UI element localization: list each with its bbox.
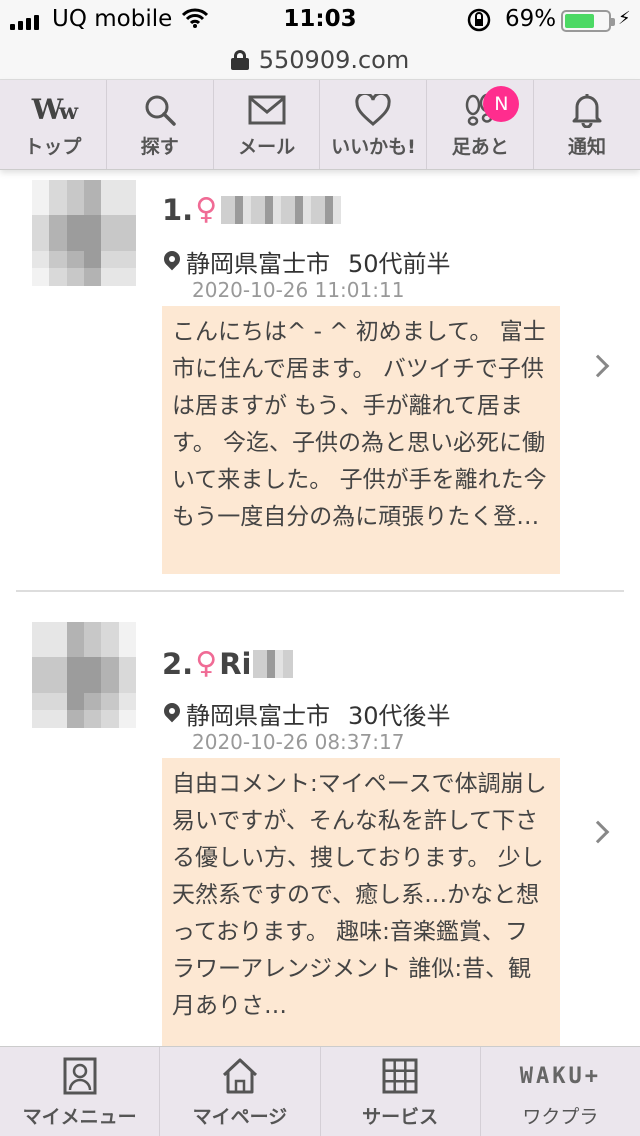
grid-icon: [382, 1054, 418, 1098]
bottom-nav: マイメニュー マイページ サービス WAKU+ ワクプラ: [0, 1046, 640, 1136]
mail-icon: [248, 90, 286, 130]
bottom-nav-label: サービス: [362, 1106, 439, 1128]
chevron-right-icon[interactable]: [586, 354, 610, 378]
nav-label: トップ: [24, 136, 82, 158]
ww-logo-icon: Ww: [31, 93, 78, 126]
bottom-nav-services[interactable]: サービス: [321, 1047, 481, 1136]
blurred-username: [253, 649, 294, 678]
heart-icon: [355, 90, 391, 130]
age-range: 30代後半: [348, 702, 451, 730]
username: Ri: [219, 646, 252, 681]
bottom-nav-label: マイメニュー: [22, 1106, 137, 1128]
location-pin-icon: [164, 703, 180, 725]
battery-icon: [561, 10, 615, 32]
url-domain[interactable]: 550909.com: [259, 46, 410, 74]
location-pin-icon: [164, 251, 180, 273]
post-list: 1. ♀ 静岡県富士市 50代前半 2020-10-26 11:01:11 こん…: [16, 170, 624, 1046]
message-preview[interactable]: こんにちは^ - ^ 初めまして。 富士市に住んで居ます。 バツイチで子供は居ま…: [162, 306, 560, 574]
location: 静岡県富士市: [186, 702, 330, 730]
nav-mail[interactable]: メール: [214, 80, 321, 169]
location-line: 静岡県富士市 30代後半: [164, 696, 451, 731]
bottom-nav-label: マイページ: [192, 1106, 288, 1128]
status-bar: UQ mobile 11:03 69% ⚡: [0, 0, 640, 40]
location-line: 静岡県富士市 50代前半: [164, 244, 451, 279]
post-card[interactable]: 2. ♀ Ri 静岡県富士市 30代後半 2020-10-26 08:37:17…: [16, 592, 624, 1046]
avatar[interactable]: [32, 622, 136, 728]
nav-like[interactable]: いいかも!: [320, 80, 428, 169]
bottom-nav-my-page[interactable]: マイページ: [160, 1047, 321, 1136]
nav-label: いいかも!: [331, 136, 416, 158]
nav-label: 通知: [568, 136, 607, 158]
bottom-nav-wakupla[interactable]: WAKU+ ワクプラ: [481, 1047, 640, 1136]
timestamp: 2020-10-26 11:01:11: [192, 278, 405, 302]
new-badge: N: [483, 86, 520, 122]
top-nav: Ww トップ 探す メール いいかも! 足あと N 通知: [0, 80, 640, 170]
location: 静岡県富士市: [186, 250, 330, 278]
female-icon: ♀: [195, 192, 218, 227]
rotation-lock-icon: [466, 8, 492, 38]
battery-percentage: 69%: [505, 6, 557, 32]
blurred-username: [221, 195, 342, 224]
bottom-nav-my-menu[interactable]: マイメニュー: [0, 1047, 161, 1136]
rank-number: 2.: [162, 646, 194, 681]
avatar[interactable]: [32, 180, 136, 286]
message-preview[interactable]: 自由コメント:マイペースで体調崩し易いですが、そんな私を許して下さる優しい方、捜…: [162, 758, 560, 1046]
nav-label: 探す: [140, 136, 179, 158]
waku-plus-logo: WAKU+: [519, 1063, 601, 1089]
rank-number: 1.: [162, 192, 194, 227]
search-icon: [143, 90, 177, 130]
nav-notifications[interactable]: 通知: [534, 80, 640, 169]
bottom-nav-label: ワクプラ: [522, 1106, 599, 1128]
post-title: 2. ♀ Ri: [162, 646, 294, 681]
post-card[interactable]: 1. ♀ 静岡県富士市 50代前半 2020-10-26 11:01:11 こん…: [16, 170, 624, 592]
post-title: 1. ♀: [162, 192, 342, 227]
bell-icon: [571, 90, 603, 130]
chevron-right-icon[interactable]: [586, 820, 610, 844]
profile-icon: [63, 1054, 97, 1098]
charging-icon: ⚡: [618, 8, 631, 29]
lock-icon: [230, 49, 249, 70]
female-icon: ♀: [195, 646, 218, 681]
timestamp: 2020-10-26 08:37:17: [192, 730, 405, 754]
nav-footprints[interactable]: 足あと N: [427, 80, 535, 169]
age-range: 50代前半: [348, 250, 451, 278]
url-bar[interactable]: 550909.com: [0, 40, 640, 80]
home-icon: [220, 1054, 260, 1098]
nav-label: 足あと: [451, 136, 509, 158]
nav-search[interactable]: 探す: [107, 80, 214, 169]
nav-top[interactable]: Ww トップ: [0, 80, 107, 169]
nav-label: メール: [238, 136, 296, 158]
